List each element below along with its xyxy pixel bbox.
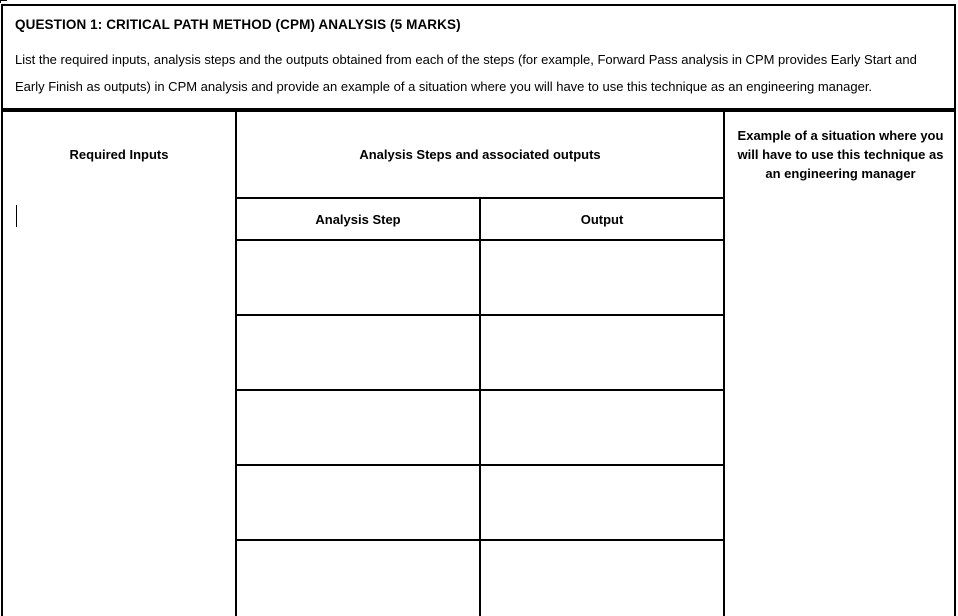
question-title: QUESTION 1: CRITICAL PATH METHOD (CPM) A… (15, 17, 461, 32)
cell-output-row-5[interactable] (481, 541, 723, 616)
cell-analysis-step-row-3[interactable] (237, 391, 479, 464)
cell-analysis-step-row-4[interactable] (237, 466, 479, 539)
cell-required-inputs[interactable] (3, 199, 235, 616)
cell-analysis-step-row-2[interactable] (237, 316, 479, 389)
answer-table: Required Inputs Analysis Steps and assoc… (1, 110, 956, 616)
question-prompt-box[interactable]: QUESTION 1: CRITICAL PATH METHOD (CPM) A… (1, 4, 956, 110)
question-body-text: List the required inputs, analysis steps… (15, 52, 917, 94)
cell-output-row-3[interactable] (481, 391, 723, 464)
cell-output-row-4[interactable] (481, 466, 723, 539)
cell-analysis-step-row-1[interactable] (237, 241, 479, 314)
table-header-example-situation: Example of a situation where you will ha… (737, 128, 944, 181)
text-caret (16, 205, 17, 227)
table-subheader-output: Output (580, 211, 624, 227)
table-subheader-analysis-step: Analysis Step (315, 211, 401, 227)
document-page: QUESTION 1: CRITICAL PATH METHOD (CPM) A… (0, 0, 958, 616)
cell-output-row-2[interactable] (481, 316, 723, 389)
table-move-handle-icon[interactable] (0, 0, 7, 3)
cell-analysis-step-row-5[interactable] (237, 541, 479, 616)
cell-output-row-1[interactable] (481, 241, 723, 314)
cell-example-situation[interactable] (725, 199, 956, 616)
table-header-required-inputs: Required Inputs (69, 147, 169, 162)
table-header-analysis-steps: Analysis Steps and associated outputs (359, 147, 601, 162)
